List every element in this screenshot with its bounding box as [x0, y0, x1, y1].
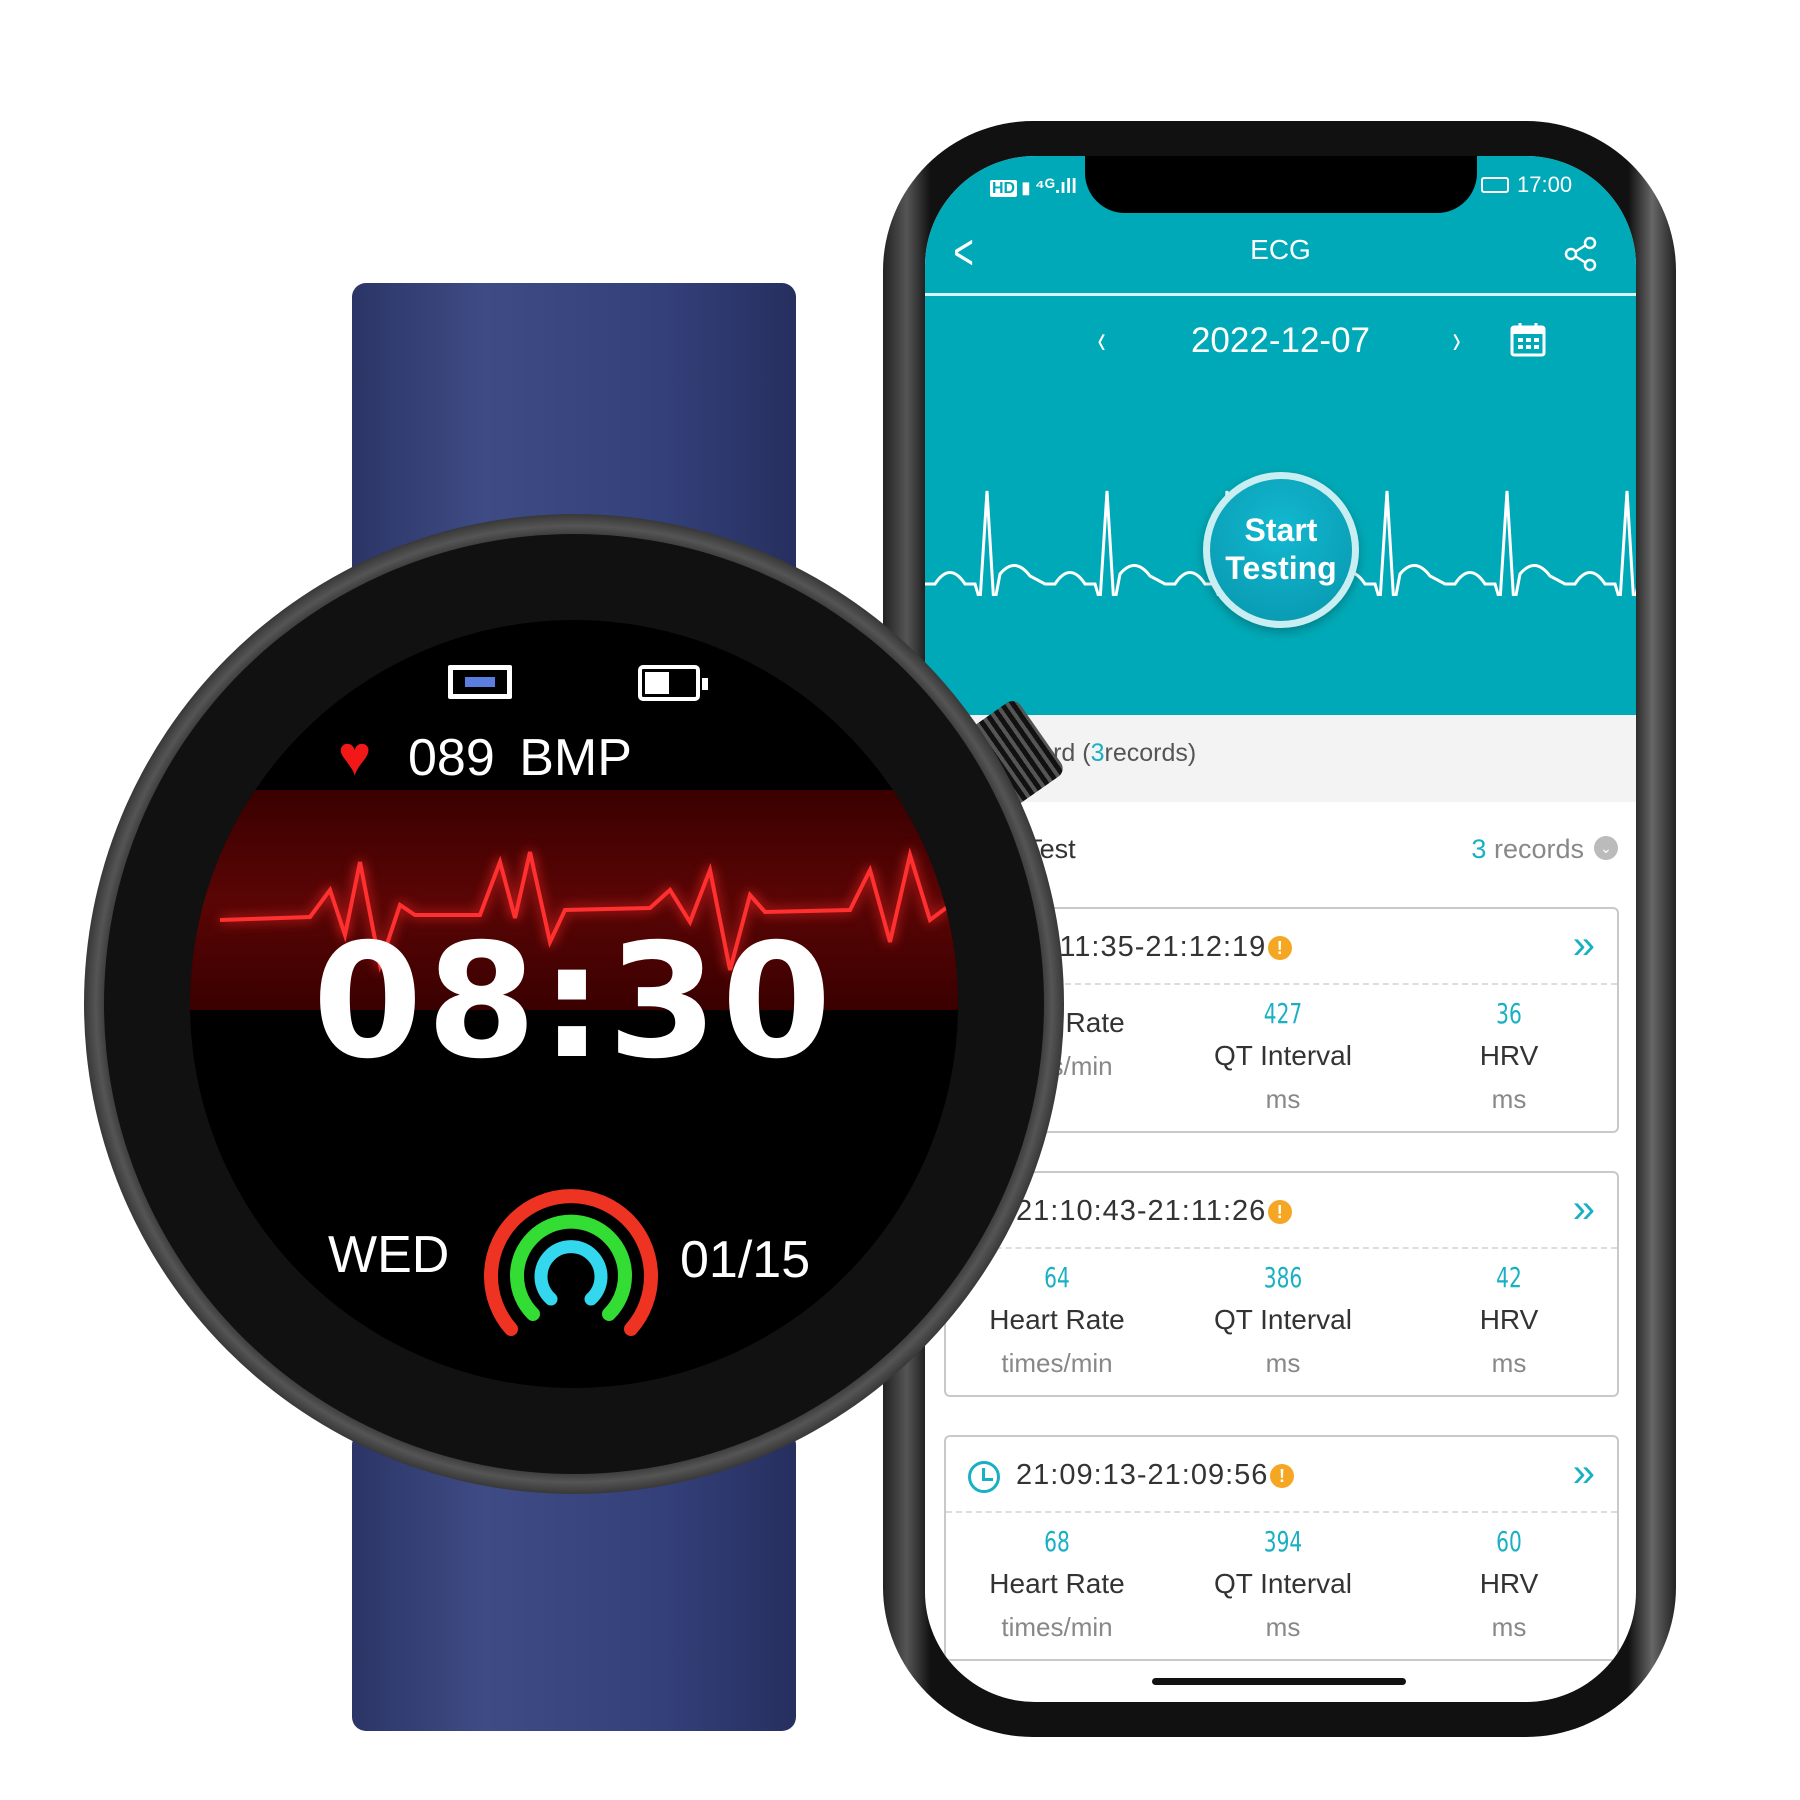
- link-icon: [448, 665, 512, 699]
- status-time-text: 17:00: [1517, 172, 1573, 197]
- double-chevron-right-icon[interactable]: »: [1573, 1451, 1595, 1496]
- warning-icon: !: [1268, 1200, 1293, 1224]
- watch-date: 01/15: [680, 1231, 811, 1289]
- qt-interval-unit: ms: [1265, 1612, 1301, 1642]
- phone-notch: [1085, 156, 1477, 213]
- hrv-metric: 60 HRV ms: [1389, 1525, 1629, 1643]
- qt-interval-metric: 427 QT Interval ms: [1163, 997, 1403, 1115]
- record-card[interactable]: 21:10:43-21:11:26! » 64 Heart Rate times/min…: [944, 1171, 1619, 1397]
- hrv-label: HRV: [1479, 1040, 1539, 1071]
- warning-icon: !: [1270, 1464, 1295, 1488]
- watch-battery-icon: [638, 665, 708, 701]
- hrv-unit: ms: [1491, 1348, 1527, 1378]
- qt-interval-metric: 394 QT Interval ms: [1163, 1525, 1403, 1643]
- double-chevron-right-icon[interactable]: »: [1573, 923, 1595, 968]
- start-testing-button[interactable]: Start Testing: [1203, 472, 1359, 628]
- warning-icon: !: [1268, 936, 1293, 960]
- hrv-value: 36: [1496, 997, 1522, 1030]
- start-testing-label-1: Start: [1244, 512, 1318, 548]
- watch-face: ♥ 089 BMP 08:30 WED 01/15: [190, 620, 958, 1388]
- activity-rings: [484, 1189, 658, 1336]
- qt-interval-metric: 386 QT Interval ms: [1163, 1261, 1403, 1379]
- ecg-header-panel: HD ▮ ⁴ᴳ.ıll 17:00 < ECG ‹ 2022-12-07 › S…: [925, 156, 1636, 715]
- heart-rate-metric: 68 Heart Rate times/min: [937, 1525, 1177, 1643]
- hrv-value: 42: [1496, 1261, 1522, 1294]
- qt-interval-label: QT Interval: [1214, 1304, 1352, 1335]
- hrv-label: HRV: [1479, 1304, 1539, 1335]
- qt-interval-unit: ms: [1265, 1084, 1301, 1114]
- divider: [925, 293, 1636, 296]
- double-chevron-right-icon[interactable]: »: [1573, 1187, 1595, 1232]
- hrv-value: 60: [1496, 1525, 1522, 1558]
- heart-rate-unit: times/min: [1001, 1612, 1113, 1642]
- divider: [946, 1247, 1617, 1249]
- next-date-button[interactable]: ›: [1453, 318, 1461, 363]
- qt-interval-label: QT Interval: [1214, 1040, 1352, 1071]
- record-time: 21:10:43-21:11:26!: [1016, 1195, 1293, 1228]
- watch-time: 08:30: [312, 910, 836, 1094]
- hrv-label: HRV: [1479, 1568, 1539, 1599]
- watch-day: WED: [328, 1226, 450, 1284]
- chevron-down-icon[interactable]: ⌄: [1594, 836, 1618, 860]
- qt-interval-unit: ms: [1265, 1348, 1301, 1378]
- heart-rate-label: Heart Rate: [989, 1304, 1125, 1335]
- qt-interval-value: 386: [1263, 1261, 1303, 1294]
- status-icons: HD ▮ ⁴ᴳ.ıll: [990, 176, 1077, 198]
- group-count: 3 records: [1471, 834, 1584, 864]
- start-testing-label-2: Testing: [1225, 550, 1337, 586]
- hrv-metric: 42 HRV ms: [1389, 1261, 1629, 1379]
- hrv-unit: ms: [1491, 1612, 1527, 1642]
- heart-rate-label: Heart Rate: [989, 1568, 1125, 1599]
- qt-interval-label: QT Interval: [1214, 1568, 1352, 1599]
- hrv-unit: ms: [1491, 1084, 1527, 1114]
- record-time: 21:09:13-21:09:56!: [1016, 1459, 1295, 1492]
- calendar-icon[interactable]: [1510, 321, 1546, 357]
- hrv-metric: 36 HRV ms: [1389, 997, 1629, 1115]
- home-indicator: [1152, 1678, 1406, 1685]
- record-card[interactable]: 21:09:13-21:09:56! » 68 Heart Rate times/min…: [944, 1435, 1619, 1661]
- heart-icon: ♥: [338, 724, 372, 787]
- heart-rate-value: 64: [1044, 1261, 1070, 1294]
- qt-interval-value: 394: [1263, 1525, 1303, 1558]
- heart-rate-unit: times/min: [1001, 1348, 1113, 1378]
- qt-interval-value: 427: [1263, 997, 1303, 1030]
- battery-icon: [1481, 177, 1509, 193]
- watch-heart-rate: 089 BMP: [408, 729, 632, 787]
- divider: [946, 1511, 1617, 1513]
- page-title: ECG: [1250, 234, 1311, 265]
- status-time: 17:00: [1481, 172, 1572, 198]
- clock-icon: [968, 1461, 1000, 1493]
- share-icon[interactable]: [1563, 236, 1599, 272]
- heart-rate-value: 68: [1044, 1525, 1070, 1558]
